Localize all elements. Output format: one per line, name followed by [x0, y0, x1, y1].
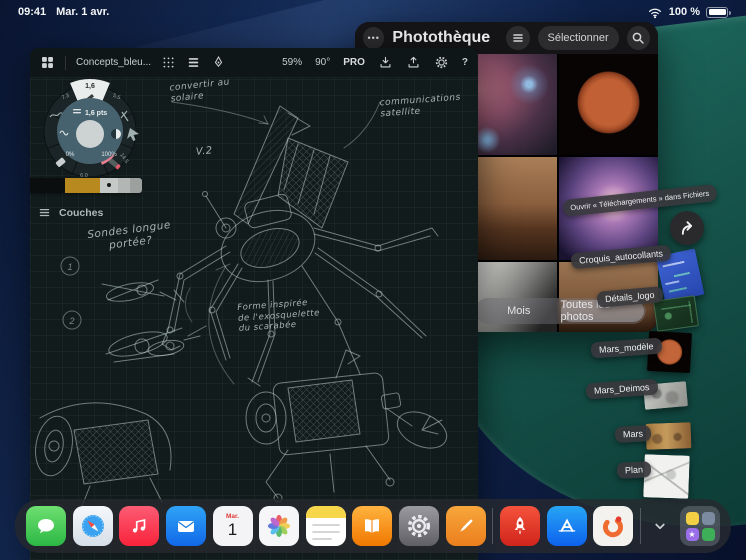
dock-app-safari[interactable] — [72, 506, 113, 546]
list-icon — [513, 34, 523, 42]
tool-wheel[interactable]: 1,6 7.3 5.5 6.0 14.5 1,6 pts 0% 100% — [30, 76, 150, 186]
dock: Mar. 1 ★ — [15, 499, 731, 553]
opacity-min: 0% — [66, 152, 75, 158]
dock-app-calendar[interactable]: Mar. 1 — [212, 506, 253, 546]
active-tool-size: 1,6 — [85, 83, 95, 90]
sketch-number-1: 1 — [67, 262, 72, 272]
dock-divider — [492, 508, 494, 544]
swatch-dark-gray[interactable] — [130, 178, 142, 193]
battery-percent: 100 % — [668, 6, 700, 18]
search-button[interactable] — [626, 26, 650, 50]
dock-app-pages[interactable] — [445, 506, 486, 546]
layers-panel-header[interactable]: Couches — [38, 206, 103, 219]
photos-title: Photothèque — [392, 29, 491, 46]
drag-thumb-mars[interactable] — [645, 422, 692, 450]
select-button[interactable]: Sélectionner — [537, 26, 619, 50]
app-library-mini-yellow — [685, 511, 699, 525]
dock-app-concepts[interactable] — [593, 506, 634, 546]
swatch-black[interactable] — [30, 178, 65, 193]
photos-flower-icon — [267, 514, 291, 538]
pen-nib-icon[interactable] — [211, 55, 226, 70]
app-library-grid: ★ — [685, 511, 715, 541]
more-options-button[interactable]: ••• — [363, 27, 385, 49]
swatch-gray[interactable] — [118, 178, 130, 193]
pen-icon — [459, 519, 473, 532]
selected-swatch-dot — [107, 183, 111, 187]
annotation-forme: Forme inspirée de l'exosquelette du scar… — [236, 298, 321, 335]
safari-compass-icon — [81, 515, 104, 537]
layers-icon[interactable] — [186, 55, 201, 70]
stroke-size-value: 1,6 pts — [85, 110, 107, 117]
notes-icon — [305, 506, 346, 540]
concepts-c-icon — [603, 516, 624, 538]
dock-collapse-button[interactable] — [647, 506, 673, 546]
dock-app-settings[interactable] — [399, 506, 439, 546]
dock-app-books[interactable] — [352, 506, 393, 546]
forward-arrow-icon — [681, 221, 693, 235]
search-icon — [632, 32, 645, 44]
export-share-icon[interactable] — [406, 55, 421, 70]
app-library-mini-green — [701, 527, 715, 541]
rotation-angle[interactable]: 90° — [315, 57, 330, 68]
toolbar-divider — [65, 55, 66, 70]
sketch-number-2: 2 — [68, 316, 74, 326]
status-date[interactable]: Mar. 1 avr. — [56, 6, 109, 18]
app-library-mini-star: ★ — [685, 527, 699, 541]
pro-badge[interactable]: PRO — [343, 57, 365, 68]
help-button[interactable]: ? — [462, 57, 468, 68]
concepts-toolbar: Concepts_bleu... 59% 90° PRO ? — [30, 48, 478, 78]
mail-envelope-icon — [177, 521, 194, 532]
color-swatch-bar — [30, 178, 142, 193]
app-library-mini-gray — [701, 511, 715, 525]
grid-settings-icon[interactable] — [161, 55, 176, 70]
import-icon[interactable] — [378, 55, 393, 70]
swatch-gold[interactable] — [65, 178, 100, 193]
annotation-version: V.2 — [195, 145, 214, 158]
layers-label: Couches — [59, 206, 104, 219]
wifi-icon — [648, 8, 661, 18]
status-time[interactable]: 09:41 — [18, 6, 46, 18]
settings-gear-icon — [407, 514, 431, 538]
chevron-down-icon — [655, 523, 666, 530]
battery-icon — [706, 6, 731, 18]
dock-app-mail[interactable] — [165, 506, 206, 546]
ipad-screen: ••• Photothèque Sélectionner Mois Toutes… — [0, 0, 746, 560]
document-title[interactable]: Concepts_bleu... — [76, 57, 151, 68]
dock-app-messages[interactable] — [26, 506, 66, 546]
drag-label-mars: Mars — [614, 425, 652, 443]
dock-app-music[interactable] — [119, 506, 160, 546]
drop-share-button[interactable] — [670, 211, 704, 245]
dock-app-library[interactable]: ★ — [680, 506, 720, 546]
drag-thumb-plan[interactable] — [643, 454, 690, 499]
swatch-light-gray-selected[interactable] — [100, 178, 118, 193]
drag-label-plan: Plan — [616, 461, 652, 479]
gallery-icon[interactable] — [40, 55, 55, 70]
opacity-max: 100% — [101, 152, 117, 158]
messages-bubble-icon — [38, 519, 54, 534]
concepts-window: 1 2 convertir au solaire communications … — [30, 48, 478, 560]
tab-months[interactable]: Mois — [477, 300, 561, 322]
status-bar: 09:41 Mar. 1 avr. 100 % — [0, 0, 746, 24]
calendar-day: 1 — [227, 520, 238, 540]
view-options-button[interactable] — [506, 26, 530, 50]
dock-divider — [639, 508, 641, 544]
dock-app-rocket[interactable] — [499, 506, 540, 546]
wheel-center-button[interactable] — [76, 120, 104, 148]
books-open-icon — [365, 519, 380, 533]
zoom-level[interactable]: 59% — [282, 57, 302, 68]
photo-thumbnail-mars-planet[interactable] — [559, 54, 658, 155]
dock-app-appstore[interactable] — [546, 506, 587, 546]
dock-app-notes[interactable] — [305, 506, 346, 546]
rocket-icon — [514, 517, 526, 535]
appstore-icon — [558, 518, 575, 532]
settings-gear-icon[interactable] — [434, 55, 449, 70]
music-note-icon — [133, 519, 146, 533]
dock-app-photos[interactable] — [259, 506, 300, 546]
layers-menu-icon — [39, 208, 50, 217]
opacity-crescent-icon — [111, 129, 121, 139]
